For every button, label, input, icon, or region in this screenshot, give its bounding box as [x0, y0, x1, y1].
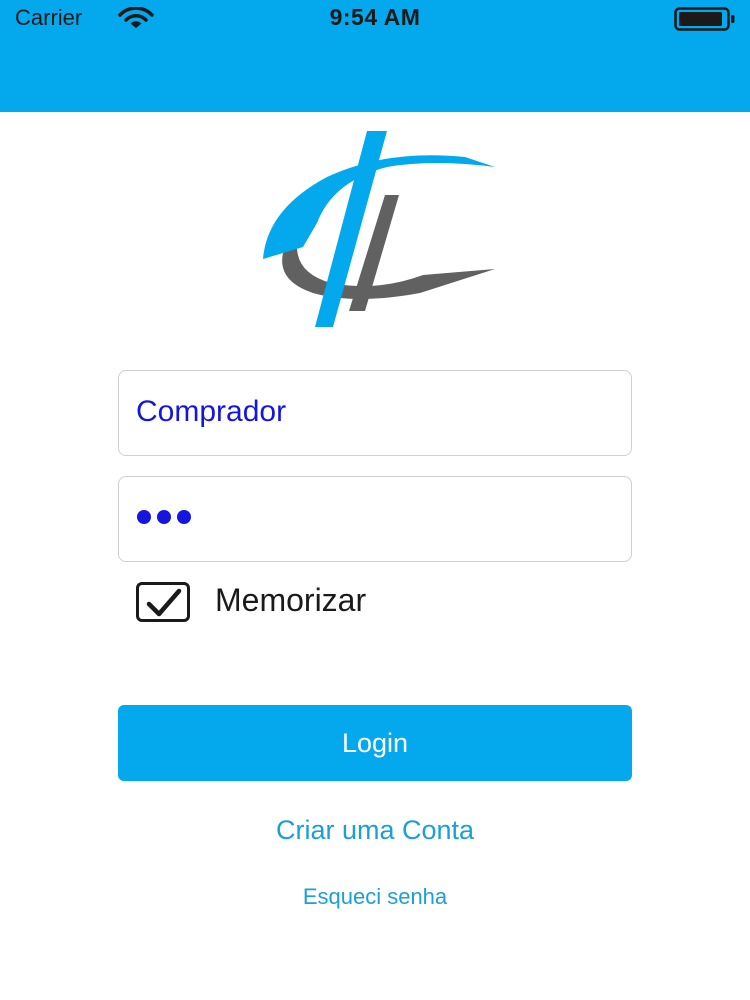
remember-label[interactable]: Memorizar — [215, 582, 366, 619]
create-account-link[interactable]: Criar uma Conta — [0, 815, 750, 846]
password-dots — [137, 510, 197, 529]
login-button[interactable]: Login — [118, 705, 632, 781]
checkmark-icon — [146, 588, 182, 617]
app-logo — [237, 129, 515, 333]
forgot-password-link[interactable]: Esqueci senha — [0, 884, 750, 910]
remember-checkbox[interactable] — [136, 582, 190, 622]
status-time: 9:54 AM — [329, 4, 421, 30]
battery-icon — [674, 7, 736, 36]
password-field[interactable] — [118, 476, 632, 562]
username-field[interactable]: Comprador — [118, 370, 632, 456]
app-header-bar: Carrier 9:54 AM — [0, 0, 750, 112]
username-value: Comprador — [136, 395, 287, 428]
